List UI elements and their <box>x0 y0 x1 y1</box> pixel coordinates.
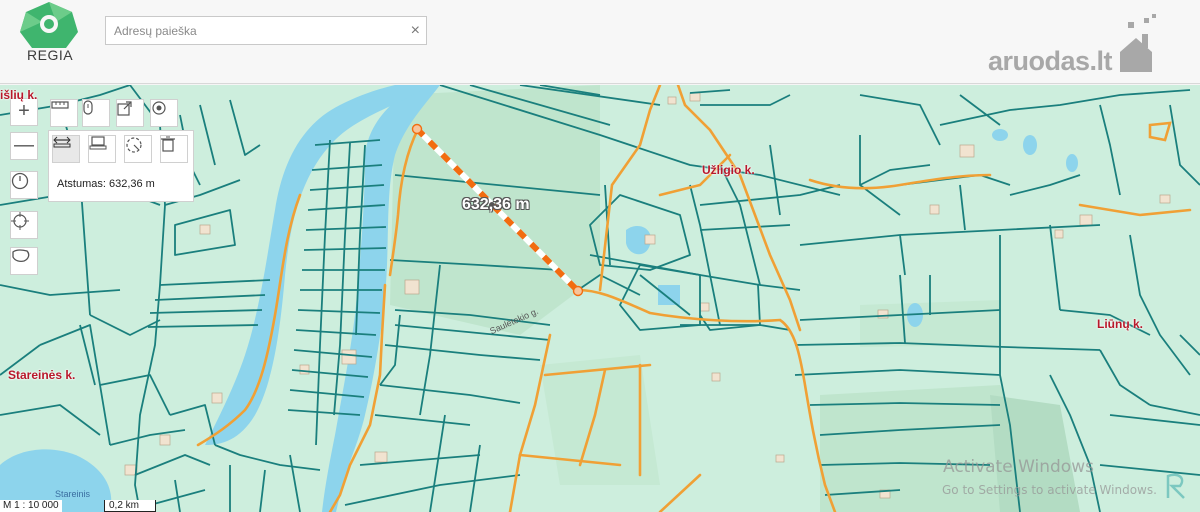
scale-ratio: M 1 : 10 000 <box>0 500 62 512</box>
measure-line-label: 632,36 m <box>462 196 530 213</box>
share-button[interactable] <box>116 99 144 127</box>
measure-area-button[interactable] <box>88 135 116 163</box>
map-shape-icon <box>12 249 30 263</box>
area-measure-icon <box>89 136 107 150</box>
brand-suffix: .lt <box>1089 46 1113 76</box>
measure-radius-button[interactable] <box>124 135 152 163</box>
location-button[interactable] <box>150 99 178 127</box>
logo-text: REGIA <box>27 47 74 63</box>
clock-icon <box>11 172 29 190</box>
aruodas-brand[interactable]: aruodas.lt <box>988 46 1113 77</box>
radius-icon <box>126 137 142 153</box>
zoom-in-button[interactable]: + <box>10 98 38 126</box>
distance-readout: Atstumas: 632,36 m <box>57 178 155 190</box>
line-measure-icon <box>53 136 71 148</box>
measure-line-button[interactable] <box>52 135 80 163</box>
lake-label-stareinis: Stareinis <box>55 489 91 499</box>
place-label-uzligio: Užligio k. <box>702 163 755 177</box>
clear-icon[interactable]: × <box>411 22 420 40</box>
timer-button[interactable] <box>10 171 38 199</box>
scale-bar: 0,2 km <box>104 500 156 512</box>
pointer-icon <box>83 100 93 115</box>
crosshair-icon <box>11 212 29 230</box>
place-label-liunu: Liūnų k. <box>1097 317 1143 331</box>
regia-watermark-icon <box>1166 473 1185 499</box>
target-icon <box>152 101 166 115</box>
share-icon <box>117 101 132 116</box>
cadastral-map[interactable]: + — Atstumas: 632,36 m 632,36 m Užligio … <box>0 85 1200 512</box>
clear-measure-button[interactable] <box>160 135 188 163</box>
my-location-button[interactable] <box>10 211 38 239</box>
layers-button[interactable] <box>10 247 38 275</box>
identify-button[interactable] <box>82 99 110 127</box>
place-label-isliu: išlių k. <box>0 88 38 102</box>
app-header: REGIA × aruodas.lt <box>0 0 1200 84</box>
place-label-stareines: Stareinės k. <box>8 368 76 382</box>
measure-distance-button[interactable] <box>50 99 78 127</box>
activate-windows-subtitle: Go to Settings to activate Windows. <box>942 483 1157 497</box>
activate-windows-title: Activate Windows <box>943 457 1094 477</box>
zoom-out-button[interactable]: — <box>10 132 38 160</box>
brand-name: aruodas <box>988 46 1090 76</box>
search-input[interactable] <box>106 17 396 44</box>
house-icon <box>1120 14 1156 72</box>
address-search[interactable]: × <box>105 16 427 45</box>
trash-icon <box>161 136 175 152</box>
ruler-icon <box>51 101 69 109</box>
